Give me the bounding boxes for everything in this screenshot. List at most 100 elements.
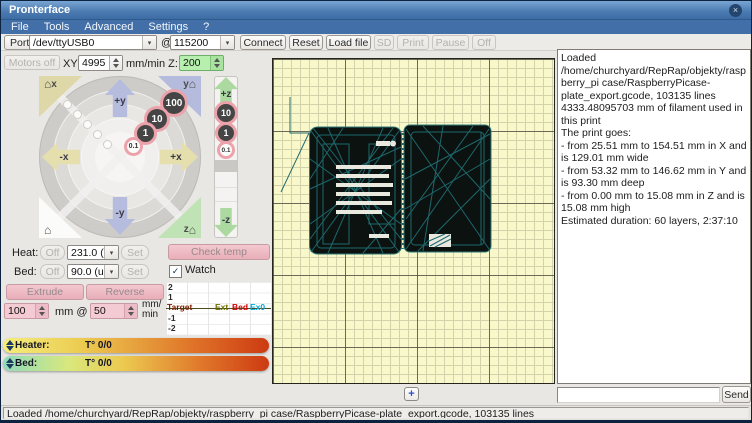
extrude-length-stepper[interactable]: 100 (4, 303, 49, 319)
stepper-arrows-icon[interactable] (35, 304, 48, 318)
heat-temp-combo[interactable]: 231.0 (u ▾ (67, 245, 119, 260)
temp-graph-ytick: -1 (168, 313, 176, 323)
temp-graph-series-target: Target (167, 302, 192, 312)
z-column-cell (215, 188, 237, 202)
jog-track-dot (93, 130, 102, 139)
gauge-down-icon[interactable] (6, 364, 14, 369)
gcode-preview (273, 59, 556, 385)
connect-button[interactable]: Connect (240, 35, 286, 50)
bed-gauge-label: Bed: (15, 358, 37, 369)
load-file-button[interactable]: Load file (326, 35, 371, 50)
jog-track-dot (83, 120, 92, 129)
gauge-up-icon[interactable] (6, 340, 14, 345)
jog-minus-z-button[interactable]: -z (214, 208, 238, 237)
watch-label: Watch (185, 264, 216, 276)
z-speed-stepper[interactable]: 200 (179, 55, 224, 71)
home-icon: ⌂ (189, 225, 196, 235)
z-jog-column: +z 10 1 0.1 -z (214, 76, 238, 238)
viewer-zoom-in-button[interactable]: + (404, 387, 419, 401)
z-speed-label: mm/min Z: (126, 58, 178, 70)
bed-gauge-value: T° 0/0 (85, 358, 112, 369)
check-temp-button[interactable]: Check temp (168, 244, 270, 260)
menu-help[interactable]: ? (203, 20, 209, 34)
z-column-cell (215, 160, 237, 172)
sd-button[interactable]: SD (374, 35, 394, 50)
extrude-button[interactable]: Extrude (6, 284, 84, 300)
heater-gauge[interactable]: Heater: T° 0/0 (3, 338, 269, 353)
temp-graph-ytick: 1 (168, 292, 173, 302)
menu-file[interactable]: File (11, 20, 29, 34)
menu-tools[interactable]: Tools (44, 20, 70, 34)
bed-set-button[interactable]: Set (121, 264, 149, 279)
jog-distance-1-badge[interactable]: 1 (137, 125, 154, 142)
watch-checkbox[interactable]: ✓ (169, 265, 182, 278)
jog-plus-z-button[interactable]: +z (214, 77, 238, 106)
print-button[interactable]: Print (397, 35, 429, 50)
pause-button[interactable]: Pause (432, 35, 469, 50)
jog-pad: ⌂x y⌂ ⌂ z⌂ +y -y -x +x 100 10 1 0.1 (39, 76, 201, 238)
chevron-down-icon[interactable]: ▾ (220, 36, 234, 49)
heat-set-button[interactable]: Set (121, 245, 149, 260)
pronterface-window: Pronterface × File Tools Advanced Settin… (0, 0, 752, 423)
home-icon: ⌂ (189, 79, 196, 117)
console-log[interactable]: Loaded /home/churchyard/RepRap/objekty/r… (557, 49, 751, 384)
heat-label: Heat: (12, 247, 38, 259)
z-distance-1-badge[interactable]: 1 (218, 125, 234, 141)
status-text: Loaded /home/churchyard/RepRap/objekty/r… (3, 407, 749, 419)
z-distance-01-badge[interactable]: 0.1 (220, 144, 232, 156)
temp-graph: 2 1 -1 -2 Target Ext Bed Ex0 (166, 282, 271, 335)
baud-combo[interactable]: 115200 ▾ (170, 35, 235, 50)
z-speed-value: 200 (180, 56, 210, 70)
stepper-arrows-icon[interactable] (109, 56, 122, 70)
chevron-down-icon[interactable]: ▾ (104, 265, 118, 278)
command-input[interactable] (557, 387, 720, 403)
reset-button[interactable]: Reset (289, 35, 323, 50)
heat-off-button[interactable]: Off (40, 245, 65, 260)
close-icon[interactable]: × (729, 4, 742, 17)
window-title: Pronterface (9, 4, 70, 16)
reverse-button[interactable]: Reverse (86, 284, 164, 300)
stepper-arrows-icon[interactable] (124, 304, 137, 318)
heater-gauge-label: Heater: (15, 340, 49, 351)
extrude-length-value: 100 (5, 304, 35, 318)
bed-gauge[interactable]: Bed: T° 0/0 (3, 356, 269, 371)
jog-track-dot (63, 100, 72, 109)
temp-graph-series-ex0: Ex0 (250, 302, 265, 312)
chevron-down-icon[interactable]: ▾ (142, 36, 156, 49)
temp-graph-series-bed: Bed (232, 302, 248, 312)
port-combo-value: /dev/ttyUSB0 (30, 36, 142, 49)
mm-at-label: mm @ (55, 306, 88, 318)
jog-track-dot (73, 110, 82, 119)
heat-temp-value: 231.0 (u (68, 246, 104, 259)
temp-graph-ytick: -2 (168, 323, 176, 333)
gauge-up-icon[interactable] (6, 358, 14, 363)
xy-speed-value: 4995 (79, 56, 109, 70)
title-bar[interactable]: Pronterface × (1, 1, 751, 20)
chevron-down-icon[interactable]: ▾ (104, 246, 118, 259)
stepper-arrows-icon[interactable] (210, 56, 223, 70)
jog-distance-100-badge[interactable]: 100 (163, 92, 185, 114)
gcode-viewer[interactable] (272, 58, 555, 384)
jog-track-dot (103, 140, 112, 149)
jog-distance-01-badge[interactable]: 0.1 (127, 140, 140, 153)
send-button[interactable]: Send (722, 386, 751, 403)
port-combo[interactable]: /dev/ttyUSB0 ▾ (29, 35, 157, 50)
gauge-down-icon[interactable] (6, 346, 14, 351)
extrude-speed-stepper[interactable]: 50 (90, 303, 138, 319)
off-button[interactable]: Off (472, 35, 496, 50)
home-icon: ⌂ (44, 225, 51, 235)
bed-off-button[interactable]: Off (40, 264, 65, 279)
xy-speed-stepper[interactable]: 4995 (78, 55, 123, 71)
z-distance-10-badge[interactable]: 10 (217, 104, 235, 122)
home-x-label: x (51, 79, 57, 90)
bed-temp-combo[interactable]: 90.0 (us ▾ (67, 264, 119, 279)
extrude-speed-value: 50 (91, 304, 124, 318)
menu-settings[interactable]: Settings (148, 20, 188, 34)
menu-bar: File Tools Advanced Settings ? (1, 20, 751, 34)
z-column-cell (215, 174, 237, 188)
menu-advanced[interactable]: Advanced (84, 20, 133, 34)
status-bar: Loaded /home/churchyard/RepRap/objekty/r… (1, 405, 751, 420)
temp-graph-series-ext: Ext (215, 302, 228, 312)
motors-off-button[interactable]: Motors off (4, 55, 60, 70)
bed-temp-value: 90.0 (us (68, 265, 104, 278)
